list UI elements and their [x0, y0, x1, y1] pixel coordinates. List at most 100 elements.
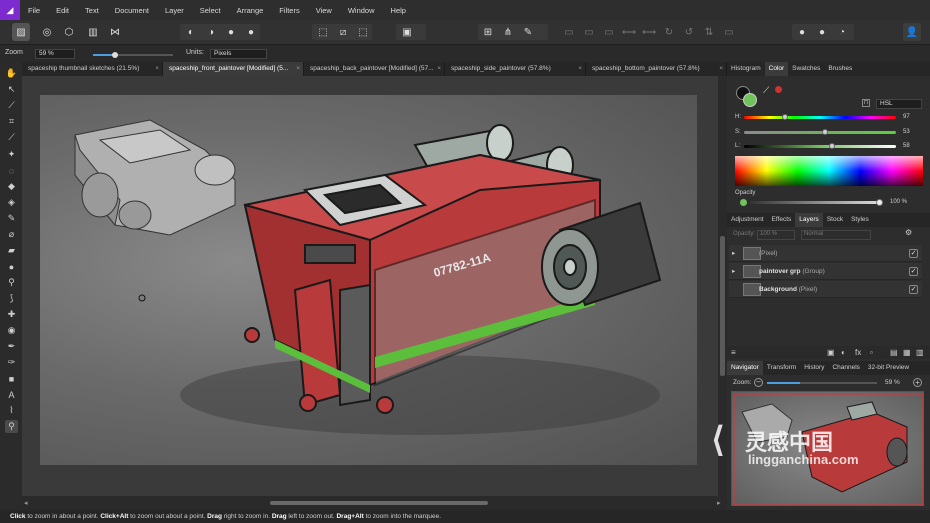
view-tool-icon[interactable]: ✋ [5, 67, 18, 80]
saturation-slider-knob[interactable] [821, 129, 828, 135]
zoom-field[interactable]: 59 % [35, 49, 75, 59]
more-icon[interactable]: ▭ [720, 23, 738, 41]
document-tab[interactable]: spaceship_back_paintover [Modified] (57.… [304, 62, 445, 76]
expand-layer-icon[interactable]: ▸ [732, 245, 735, 262]
document-tab[interactable]: spaceship_bottom_paintover (57.8%) × [586, 62, 727, 76]
preferences-icon[interactable]: ● [813, 23, 831, 41]
no-color-icon[interactable] [775, 86, 782, 93]
crop-tool-icon[interactable]: ⌗ [5, 115, 18, 128]
lightness-slider[interactable] [744, 145, 896, 148]
primary-color-swatch[interactable] [743, 93, 757, 107]
color-panel-tab-swatches[interactable]: Swatches [788, 62, 824, 76]
healing-brush-icon[interactable]: ✚ [5, 308, 18, 321]
color-picker-icon[interactable]: ⟋ [5, 99, 18, 112]
auto-colors-icon[interactable]: ● [222, 23, 240, 41]
auto-white-balance-icon[interactable]: ● [242, 23, 260, 41]
pen-tool-icon[interactable]: ✒ [5, 340, 18, 353]
flip-icon[interactable]: ⇅ [700, 23, 718, 41]
clone-brush-icon[interactable]: ⌀ [5, 228, 18, 241]
h-value[interactable]: 97 [903, 114, 910, 120]
menu-help[interactable]: Help [383, 6, 414, 15]
horizontal-scroll-thumb[interactable] [270, 501, 488, 505]
blur-brush-icon[interactable]: ⟆ [5, 292, 18, 305]
layer-row[interactable]: ▸ paintover grp (Group) ✓ [729, 263, 922, 280]
eyedropper-icon[interactable]: ⟋ [763, 85, 769, 96]
arrange-front-icon[interactable]: ▭ [600, 23, 618, 41]
layers-panel-tab-stock[interactable]: Stock [823, 213, 847, 227]
auto-contrast-icon[interactable]: ◑ [202, 23, 220, 41]
s-value[interactable]: 53 [903, 129, 910, 135]
zoom-in-icon[interactable]: + [913, 378, 922, 387]
liquify-persona-icon[interactable]: ◎ [38, 23, 56, 41]
l-value[interactable]: 58 [903, 143, 910, 149]
marquee-ellipse-icon[interactable]: ⧄ [334, 23, 352, 41]
layer-visibility-checkbox[interactable]: ✓ [909, 249, 918, 258]
export-persona-icon[interactable]: ⋈ [106, 23, 124, 41]
delete-layer-icon[interactable]: ▥ [916, 348, 924, 357]
layers-panel-tab-styles[interactable]: Styles [847, 213, 873, 227]
zoom-out-icon[interactable]: – [754, 378, 763, 387]
navigator-panel-tab-32-bit-preview[interactable]: 32-bit Preview [864, 361, 913, 375]
layers-panel-tab-adjustment[interactable]: Adjustment [727, 213, 768, 227]
document-tab[interactable]: spaceship thumbnail sketches (21.5%) × [22, 62, 163, 76]
marquee-freehand-icon[interactable]: ⬚ [354, 23, 372, 41]
red-eye-icon[interactable]: ◉ [5, 324, 18, 337]
close-tab-icon[interactable]: × [437, 62, 441, 76]
menu-select[interactable]: Select [192, 6, 229, 15]
menu-document[interactable]: Document [107, 6, 157, 15]
horizontal-scrollbar[interactable]: ◂ ▸ [22, 496, 727, 510]
zoom-slider-knob[interactable] [112, 52, 118, 58]
units-dropdown[interactable]: Pixels [210, 49, 267, 59]
live-filter-icon[interactable]: ▫ [870, 348, 873, 357]
navigator-zoom-slider[interactable] [767, 382, 877, 384]
menu-file[interactable]: File [20, 6, 48, 15]
menu-filters[interactable]: Filters [271, 6, 307, 15]
scroll-left-icon[interactable]: ◂ [24, 499, 28, 507]
zoom-tool-icon[interactable]: ⚲ [5, 420, 18, 433]
layers-opacity-field[interactable]: 100 % [757, 230, 795, 240]
opacity-value[interactable]: 100 % [890, 199, 907, 205]
mesh-warp-icon[interactable]: ⌇ [5, 404, 18, 417]
zoom-slider[interactable] [93, 52, 173, 58]
document-tab[interactable]: spaceship_side_paintover (57.8%) × [445, 62, 586, 76]
menu-view[interactable]: View [308, 6, 340, 15]
lock-icon[interactable]: ⊓ [862, 99, 870, 107]
layer-row[interactable]: Background (Pixel) ✓ [729, 281, 922, 298]
smudge-brush-icon[interactable]: ⚲ [5, 276, 18, 289]
text-tool-icon[interactable]: A [5, 388, 18, 401]
auto-levels-icon[interactable]: ◐ [182, 23, 200, 41]
color-model-dropdown[interactable]: HSL [876, 99, 922, 109]
account-icon[interactable]: 👤 [903, 23, 921, 41]
tone-mapping-persona-icon[interactable]: ▥ [84, 23, 102, 41]
color-panel-tab-brushes[interactable]: Brushes [824, 62, 856, 76]
rotate-icon[interactable]: ↻ [660, 23, 678, 41]
brush-options-icon[interactable]: ✎ [519, 23, 537, 41]
marquee-rect-icon[interactable]: ⬚ [314, 23, 332, 41]
rotate-ccw-icon[interactable]: ↺ [680, 23, 698, 41]
menu-layer[interactable]: Layer [157, 6, 192, 15]
paint-brush-icon[interactable]: ✎ [5, 212, 18, 225]
adjustment-icon[interactable]: ◐ [841, 348, 846, 357]
layer-visibility-checkbox[interactable]: ✓ [909, 285, 918, 294]
arrange-forward-icon[interactable]: ▭ [580, 23, 598, 41]
arrange-back-icon[interactable]: ▭ [560, 23, 578, 41]
blend-mode-dropdown[interactable]: Normal [801, 230, 871, 240]
navigator-panel-tab-navigator[interactable]: Navigator [727, 361, 763, 375]
layer-row[interactable]: ▸ (Pixel) ✓ [729, 245, 922, 262]
node-tool-icon[interactable]: ✑ [5, 356, 18, 369]
add-mask-icon[interactable]: ▣ [827, 348, 835, 357]
photo-persona-icon[interactable]: ▨ [12, 23, 30, 41]
document-canvas[interactable]: 07782-11A [40, 95, 697, 465]
scroll-right-icon[interactable]: ▸ [717, 499, 721, 507]
flood-select-icon[interactable]: ✦ [5, 148, 18, 161]
align-icon[interactable]: ⊞ [479, 23, 497, 41]
document-tab[interactable]: spaceship_front_paintover [Modified] (5.… [163, 62, 304, 76]
navigator-panel-tab-channels[interactable]: Channels [828, 361, 863, 375]
opacity-slider[interactable] [750, 201, 880, 204]
gradient-tool-icon[interactable]: ◈ [5, 196, 18, 209]
close-tab-icon[interactable]: × [296, 62, 300, 76]
menu-edit[interactable]: Edit [48, 6, 77, 15]
close-tab-icon[interactable]: × [155, 62, 159, 76]
shape-tool-icon[interactable]: ■ [5, 372, 18, 385]
assistant-icon[interactable]: ● [793, 23, 811, 41]
